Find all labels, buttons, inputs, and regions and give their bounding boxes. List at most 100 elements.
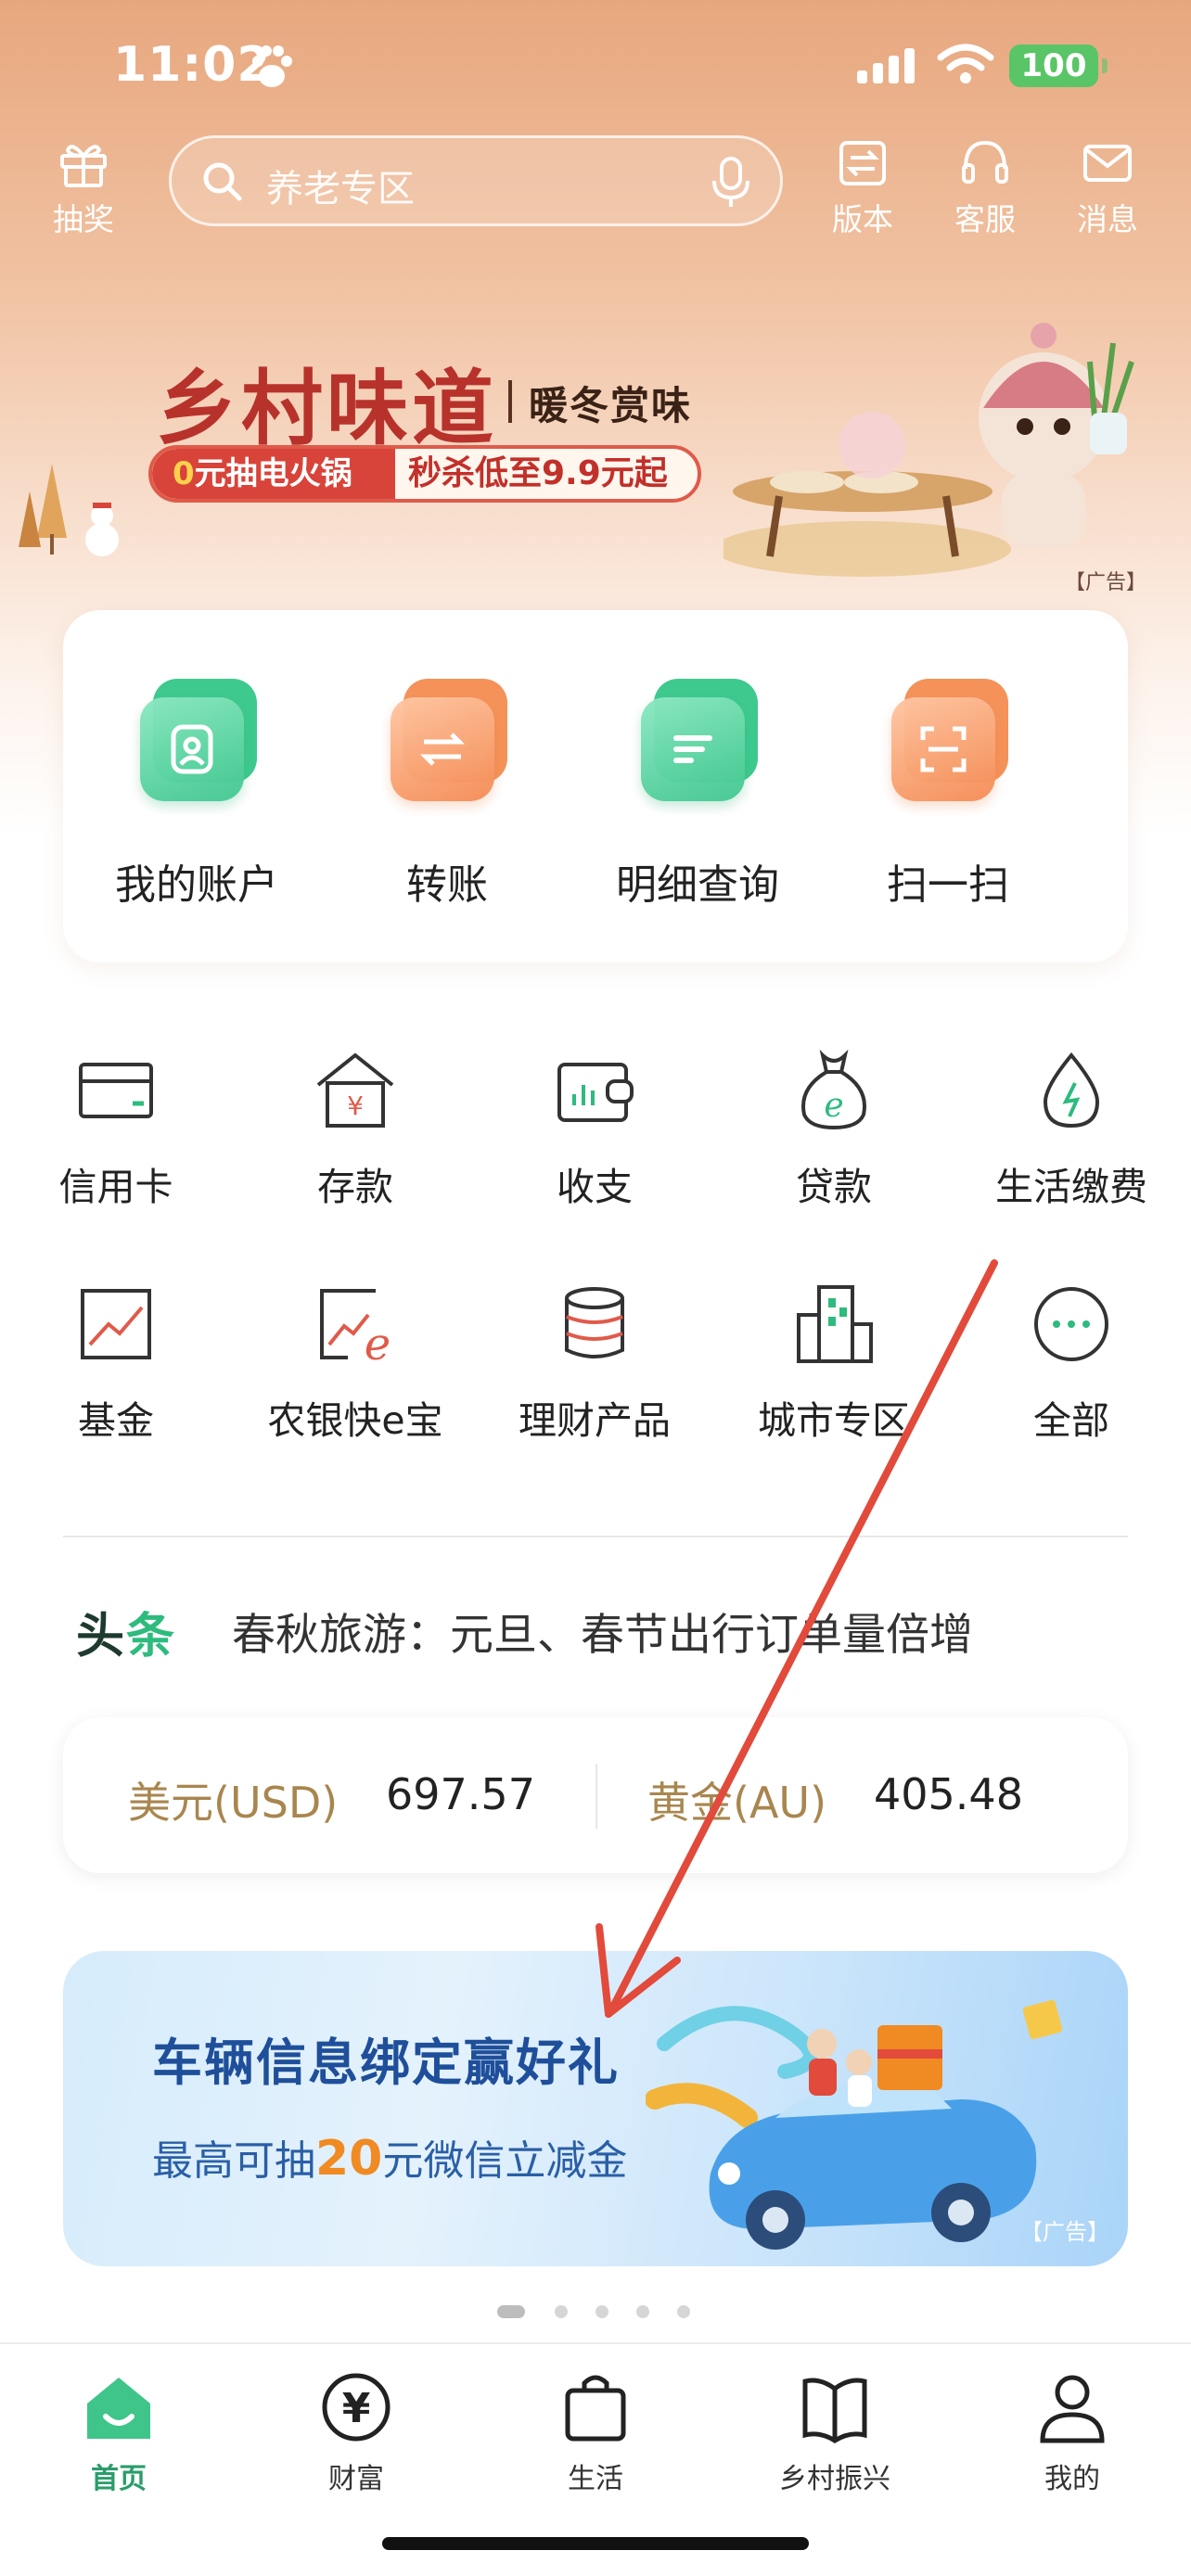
tab-label: 我的 [1044, 2463, 1100, 2495]
promo-banner[interactable]: 乡村味道 暖冬赏味 0元抽电火锅 秒杀低至9.9元起 【广告】 [0, 260, 1191, 612]
deposit-icon: ¥ [316, 1052, 394, 1128]
search-bar[interactable]: 养老专区 [169, 135, 783, 226]
quick-my-account[interactable]: 我的账户 [95, 673, 299, 911]
rates-divider [596, 1764, 597, 1829]
vehicle-binding-ad[interactable]: 车辆信息绑定赢好礼 最高可抽20元微信立减金 【广告】 [63, 1951, 1128, 2266]
grid-label: 基金 [78, 1398, 154, 1443]
gold-rate-value: 405.48 [874, 1769, 1023, 1819]
quick-label: 转账 [406, 861, 488, 909]
tab-life[interactable]: 生活 [503, 2370, 688, 2496]
tab-label: 首页 [91, 2463, 147, 2495]
carousel-dot-active [497, 2305, 525, 2318]
car-ad-sub-suffix: 元微信立减金 [382, 2137, 628, 2185]
quick-transfer[interactable]: 转账 [345, 673, 549, 911]
grid-credit-card[interactable]: 信用卡 [0, 1046, 232, 1211]
version-button[interactable]: 版本 [816, 137, 909, 239]
credit-card-icon [79, 1063, 153, 1118]
grid-deposit[interactable]: ¥ 存款 [239, 1046, 471, 1211]
carousel-dot [636, 2305, 649, 2318]
grid-label: 城市专区 [758, 1398, 910, 1443]
tab-mine[interactable]: 我的 [980, 2370, 1165, 2496]
headset-icon [962, 140, 1008, 184]
tab-home[interactable]: 首页 [26, 2370, 211, 2496]
svg-text:e: e [365, 1319, 391, 1369]
transfer-icon [378, 673, 517, 812]
grid-wealth-products[interactable]: 理财产品 [479, 1280, 711, 1445]
quick-scan[interactable]: 扫一扫 [846, 673, 1050, 911]
city-buildings-icon [797, 1285, 873, 1363]
grid-income-expense[interactable]: 收支 [479, 1046, 711, 1211]
winter-tree-illustration [19, 464, 119, 556]
book-icon [802, 2378, 867, 2443]
promo-left-text: 元抽电火锅 [194, 455, 352, 492]
quick-label: 扫一扫 [887, 861, 1009, 909]
coin-stack-icon [565, 1287, 624, 1358]
grid-label: 生活缴费 [995, 1165, 1147, 1209]
carousel-dot [677, 2305, 690, 2318]
svg-text:e: e [824, 1087, 843, 1125]
grid-all[interactable]: 全部 [955, 1280, 1187, 1445]
mail-icon [1083, 145, 1132, 182]
headline-tag-a: 头 [76, 1609, 127, 1664]
headline-tag: 头条 [76, 1597, 176, 1666]
version-label: 版本 [832, 201, 893, 237]
headline-tag-b: 条 [126, 1609, 177, 1664]
section-divider [63, 1536, 1128, 1537]
tab-label: 生活 [568, 2463, 623, 2495]
carousel-dot [555, 2305, 568, 2318]
quick-e-icon: e [320, 1289, 391, 1369]
grid-loan[interactable]: e 贷款 [718, 1046, 950, 1211]
search-icon [203, 162, 242, 201]
banner-promo-pill: 0元抽电火锅 秒杀低至9.9元起 [148, 445, 701, 503]
promo-right-text: 秒杀低至9.9元起 [408, 454, 668, 492]
grid-fund[interactable]: 基金 [0, 1280, 232, 1445]
status-bar: 11:02 100 [0, 0, 1191, 139]
switch-version-icon [839, 141, 886, 185]
cellular-signal-icon [857, 48, 915, 83]
car-ad-tag: 【广告】 [1020, 2219, 1109, 2245]
car-ad-sub-highlight: 20 [315, 2131, 383, 2187]
tab-rural-revitalization[interactable]: 乡村振兴 [742, 2370, 928, 2496]
search-placeholder: 养老专区 [266, 168, 415, 210]
grid-city-zone[interactable]: 城市专区 [718, 1280, 950, 1445]
car-ad-sub-prefix: 最高可抽 [152, 2137, 315, 2185]
headline-news[interactable]: 春秋旅游：元旦、春节出行订单量倍增 [232, 1599, 973, 1663]
lottery-button[interactable]: 抽奖 [37, 137, 130, 239]
quick-label: 明细查询 [616, 861, 779, 909]
battery-indicator: 100 [1009, 45, 1108, 87]
fund-chart-icon [81, 1289, 151, 1359]
microphone-icon[interactable] [710, 155, 752, 209]
customer-service-button[interactable]: 客服 [939, 137, 1031, 239]
usd-rate-name: 美元(USD) [128, 1778, 339, 1828]
grid-quick-e-bao[interactable]: e 农银快e宝 [239, 1280, 471, 1445]
rates-card[interactable]: 美元(USD) 697.57 黄金(AU) 405.48 [63, 1717, 1128, 1873]
account-icon [127, 673, 266, 812]
quick-actions-card: 我的账户 转账 明细查询 扫一扫 [63, 610, 1128, 963]
quick-details[interactable]: 明细查询 [596, 673, 800, 911]
promo-left: 0元抽电火锅 [152, 449, 395, 499]
svg-text:¥: ¥ [347, 1090, 364, 1121]
lottery-label: 抽奖 [53, 201, 114, 237]
home-indicator [382, 2537, 809, 2550]
wallet-icon [557, 1063, 634, 1122]
paw-icon [252, 45, 292, 87]
grid-label: 理财产品 [519, 1398, 671, 1443]
grid-utility-payment[interactable]: 生活缴费 [955, 1046, 1187, 1211]
banner-ad-tag: 【广告】 [1065, 571, 1147, 594]
utility-drop-icon [1043, 1052, 1100, 1129]
loan-bag-icon: e [801, 1049, 866, 1130]
carousel-indicator [0, 2302, 1191, 2320]
car-ad-subtitle: 最高可抽20元微信立减金 [152, 2127, 627, 2187]
wifi-icon [937, 44, 994, 83]
grid-label: 信用卡 [58, 1165, 173, 1209]
tab-wealth[interactable]: ¥ 财富 [263, 2370, 449, 2496]
home-icon [87, 2378, 150, 2439]
messages-button[interactable]: 消息 [1061, 137, 1154, 239]
wealth-yen-icon: ¥ [322, 2373, 391, 2442]
grid-label: 贷款 [796, 1165, 872, 1209]
carousel-dot [596, 2305, 608, 2318]
gold-rate-name: 黄金(AU) [647, 1778, 827, 1828]
car-ad-title: 车辆信息绑定赢好礼 [152, 2034, 620, 2092]
grid-label: 存款 [317, 1165, 393, 1209]
banner-title: 乡村味道 [156, 360, 498, 456]
